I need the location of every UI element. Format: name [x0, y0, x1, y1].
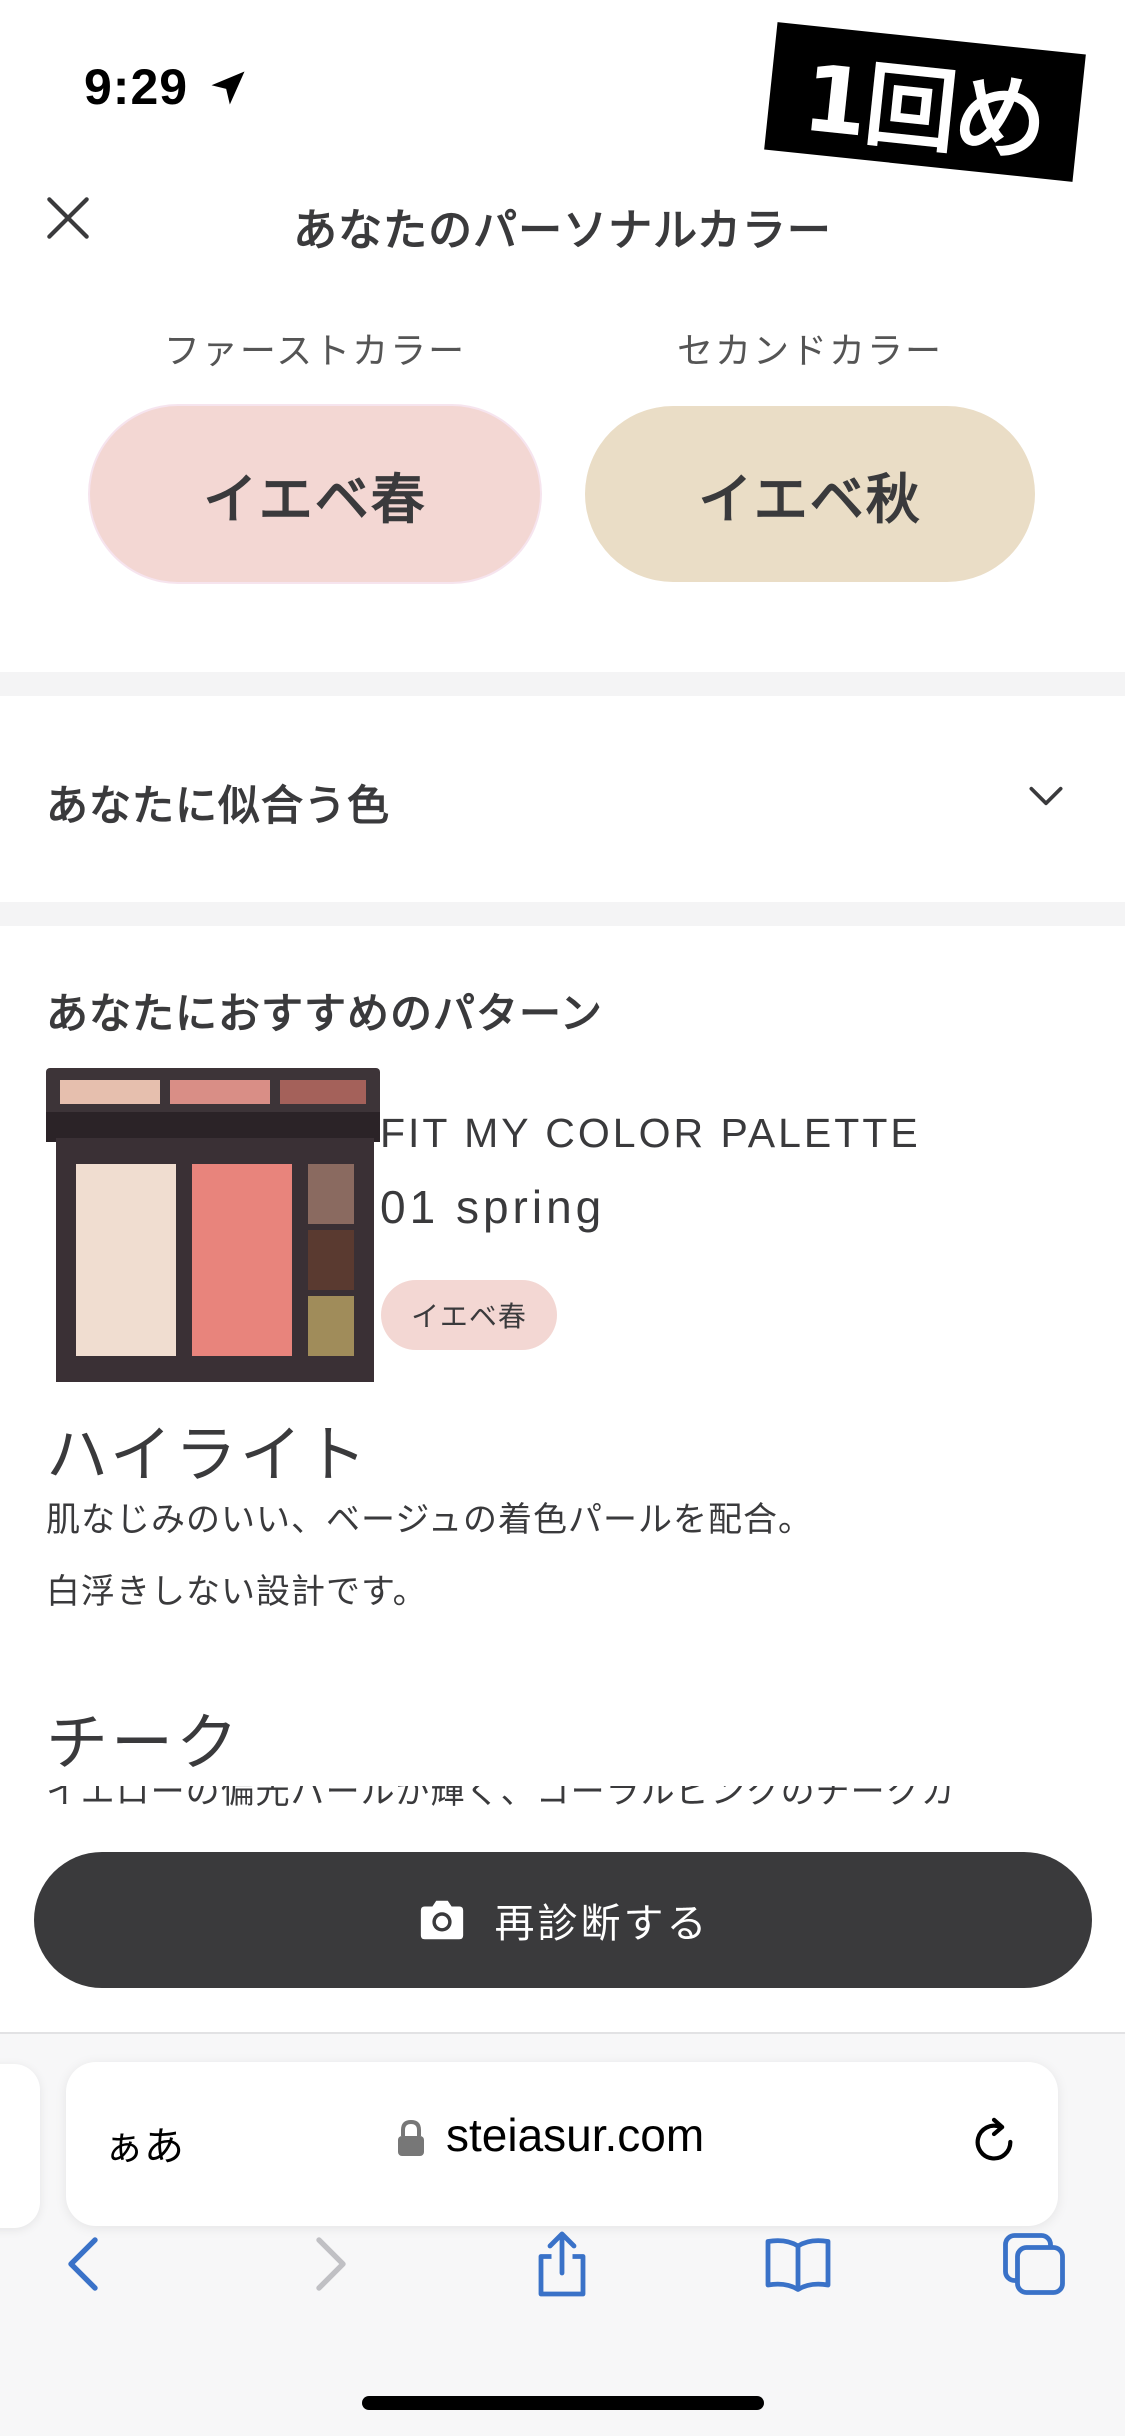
highlight-title: ハイライト [46, 1418, 370, 1491]
address-bar[interactable]: ぁあ steiasur.com [66, 2062, 1058, 2226]
reload-icon[interactable] [966, 2114, 1022, 2170]
url-text[interactable]: steiasur.com [446, 2108, 704, 2162]
share-icon[interactable] [526, 2228, 598, 2300]
first-color-label: ファーストカラー [163, 331, 467, 372]
reader-options-button[interactable]: ぁあ [104, 2114, 184, 2172]
first-color-badge: イエベ春 [90, 406, 540, 582]
product-image[interactable] [46, 1068, 380, 1382]
location-arrow-icon [211, 71, 245, 105]
camera-icon [420, 1900, 463, 1940]
rediagnose-button[interactable]: 再診断する [34, 1852, 1092, 1988]
cheek-desc: イエローの偏光パールが輝く、コーラルピンクのチークカ [46, 1786, 956, 1808]
chevron-down-icon[interactable] [1024, 774, 1068, 818]
cheek-desc-clipped: イエローの偏光パールが輝く、コーラルピンクのチークカ [46, 1786, 1086, 1808]
accordion-title: あなたに似合う色 [46, 781, 391, 830]
forward-icon[interactable] [292, 2228, 364, 2300]
cheek-title: チーク [46, 1706, 242, 1779]
lock-icon [398, 2119, 424, 2156]
product-name: FIT MY COLOR PALETTE [380, 1110, 921, 1156]
second-color-label: セカンドカラー [676, 331, 943, 372]
previous-tab-preview[interactable] [0, 2064, 40, 2228]
product-variant: 01 spring [380, 1181, 606, 1233]
page-title: あなたのパーソナルカラー [293, 205, 832, 256]
section-divider [0, 672, 1125, 696]
second-color-badge: イエベ秋 [585, 406, 1035, 582]
highlight-desc-line1: 肌なじみのいい、ベージュの着色パールを配合。 [46, 1500, 813, 1540]
suitable-colors-accordion[interactable]: あなたに似合う色 [0, 696, 1125, 902]
tabs-icon[interactable] [998, 2228, 1070, 2300]
status-time: 9:29 [84, 59, 189, 115]
back-icon[interactable] [50, 2228, 122, 2300]
section-divider [0, 902, 1125, 926]
sticker-label: 1回め [764, 22, 1086, 182]
bookmarks-icon[interactable] [762, 2228, 834, 2300]
product-tag: イエベ春 [381, 1280, 557, 1350]
page-header: あなたのパーソナルカラー [0, 170, 1125, 270]
sticker-text: 1回め [798, 44, 1051, 176]
rediagnose-label: 再診断する [494, 1901, 710, 1947]
recommend-title: あなたにおすすめのパターン [46, 989, 603, 1038]
highlight-desc-line2: 白浮きしない設計です。 [46, 1572, 428, 1612]
home-indicator [362, 2396, 764, 2410]
